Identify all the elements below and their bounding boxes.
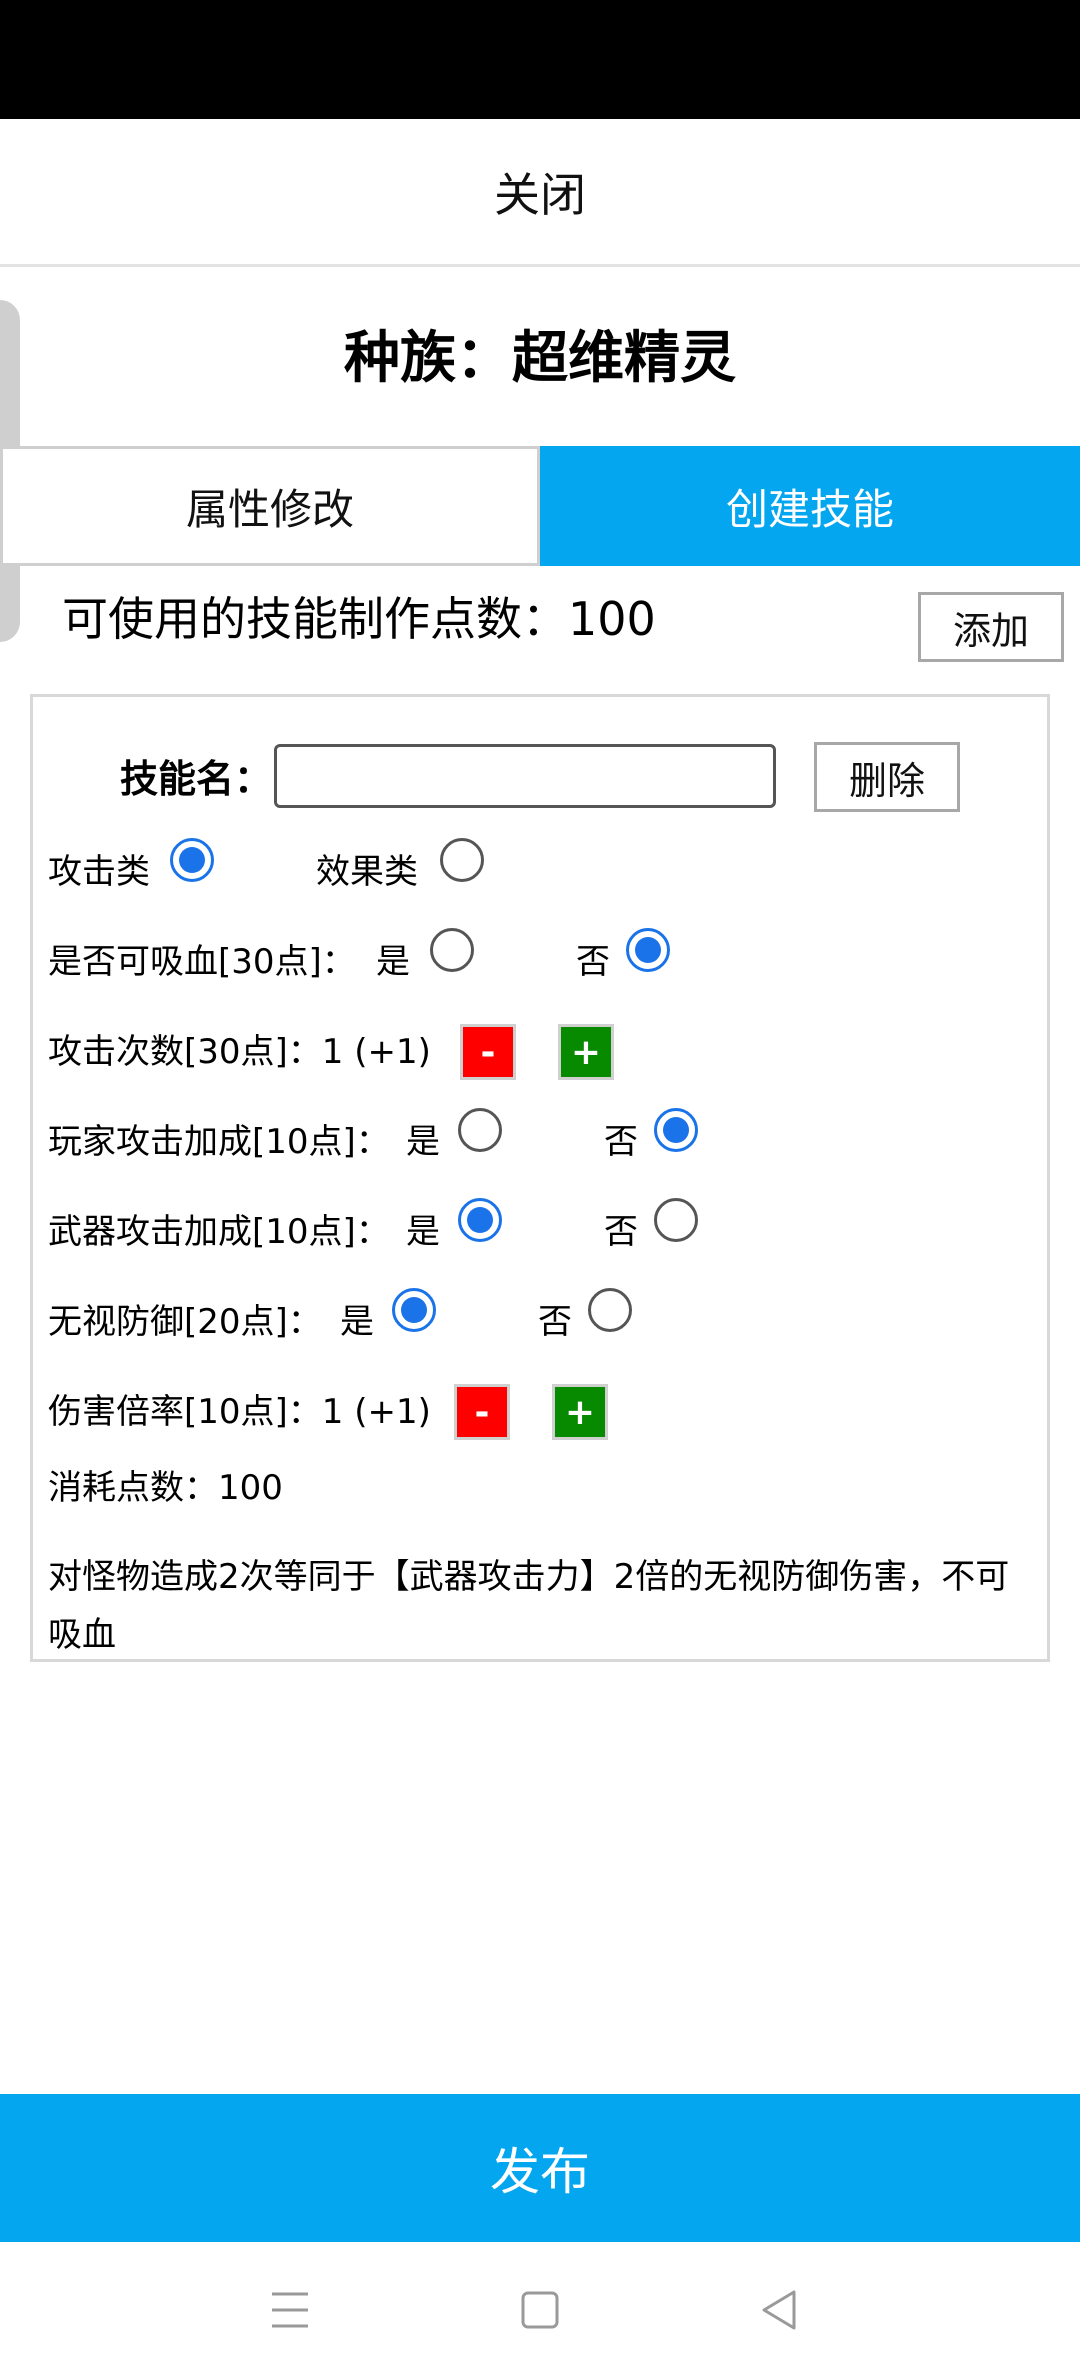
add-button[interactable]: 添加 <box>918 592 1064 662</box>
status-bar <box>0 0 1080 119</box>
skill-name-label: 技能名： <box>120 757 273 801</box>
skill-name-input[interactable] <box>274 744 776 808</box>
attack-type-radio[interactable] <box>170 838 214 882</box>
damage-ratio-value: 1 (+1) <box>321 1392 431 1432</box>
damage-ratio-plus-button[interactable]: + <box>552 1384 608 1440</box>
tab-attribute-edit[interactable]: 属性修改 <box>0 446 540 566</box>
weapon-attack-no-label: 否 <box>604 1212 638 1252</box>
damage-ratio-label: 伤害倍率[10点]：1 (+1) <box>48 1392 431 1432</box>
delete-button[interactable]: 删除 <box>814 742 960 812</box>
attack-count-minus-button[interactable]: - <box>460 1024 516 1080</box>
close-button[interactable]: 关闭 <box>0 119 1080 267</box>
available-points: 可使用的技能制作点数：100 <box>62 582 656 656</box>
lifesteal-yes-label: 是 <box>376 942 410 982</box>
lifesteal-no-label: 否 <box>576 942 610 982</box>
weapon-attack-yes-label: 是 <box>406 1212 440 1252</box>
ignore-defense-no-radio[interactable] <box>588 1288 632 1332</box>
ignore-defense-label: 无视防御[20点]： <box>48 1302 322 1342</box>
back-triangle-icon[interactable] <box>752 2282 808 2338</box>
lifesteal-no-radio[interactable] <box>626 928 670 972</box>
screen: 关闭 种族：超维精灵 属性修改 创建技能 可使用的技能制作点数：100 添加 技… <box>0 0 1080 2376</box>
attack-count-label: 攻击次数[30点]：1 (+1) <box>48 1032 431 1072</box>
ignore-defense-yes-label: 是 <box>340 1302 374 1342</box>
ignore-defense-no-label: 否 <box>538 1302 572 1342</box>
weapon-attack-no-radio[interactable] <box>654 1198 698 1242</box>
weapon-attack-yes-radio[interactable] <box>458 1198 502 1242</box>
system-nav-bar <box>0 2242 1080 2376</box>
effect-type-radio[interactable] <box>440 838 484 882</box>
cost-row: 消耗点数：100 <box>48 1458 283 1518</box>
player-attack-yes-label: 是 <box>406 1122 440 1162</box>
player-attack-no-radio[interactable] <box>654 1108 698 1152</box>
attack-type-label: 攻击类 <box>48 852 150 892</box>
available-points-label: 可使用的技能制作点数： <box>62 592 568 646</box>
cost-value: 100 <box>218 1468 283 1508</box>
skill-description: 对怪物造成2次等同于【武器攻击力】2倍的无视防御伤害，不可吸血 <box>48 1557 1010 1655</box>
attack-count-plus-button[interactable]: + <box>558 1024 614 1080</box>
player-attack-label: 玩家攻击加成[10点]： <box>48 1122 390 1162</box>
home-square-icon[interactable] <box>512 2282 568 2338</box>
damage-ratio-minus-button[interactable]: - <box>454 1384 510 1440</box>
ignore-defense-yes-radio[interactable] <box>392 1288 436 1332</box>
available-points-value: 100 <box>568 592 656 646</box>
lifesteal-label: 是否可吸血[30点]： <box>48 942 356 982</box>
weapon-attack-label: 武器攻击加成[10点]： <box>48 1212 390 1252</box>
player-attack-no-label: 否 <box>604 1122 638 1162</box>
publish-button[interactable]: 发布 <box>0 2094 1080 2242</box>
tab-bar: 属性修改 创建技能 <box>0 446 1080 566</box>
menu-icon[interactable] <box>262 2282 318 2338</box>
cost-label: 消耗点数： <box>48 1468 218 1508</box>
player-attack-yes-radio[interactable] <box>458 1108 502 1152</box>
close-label: 关闭 <box>494 167 586 222</box>
lifesteal-yes-radio[interactable] <box>430 928 474 972</box>
effect-type-label: 效果类 <box>316 852 418 892</box>
tab-create-skill[interactable]: 创建技能 <box>540 446 1080 566</box>
attack-count-value: 1 (+1) <box>321 1032 431 1072</box>
race-title: 种族：超维精灵 <box>344 326 736 391</box>
